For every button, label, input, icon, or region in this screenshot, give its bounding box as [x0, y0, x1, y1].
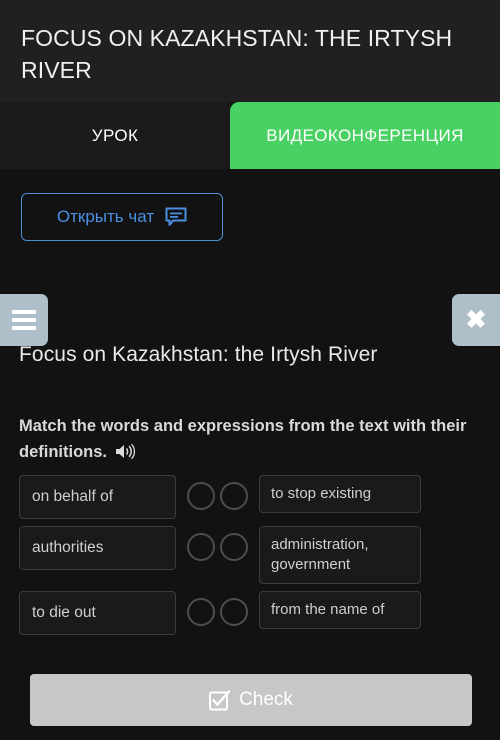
match-row: authorities administration, government	[0, 526, 500, 584]
check-button[interactable]: Check	[30, 674, 472, 726]
lesson-content: Focus on Kazakhstan: the Irtysh River Ma…	[0, 285, 500, 740]
app-root: FOCUS ON KAZAKHSTAN: THE IRTYSH RIVER УР…	[0, 0, 500, 740]
match-left-cell: on behalf of	[19, 475, 215, 519]
match-connector-left[interactable]	[187, 482, 215, 510]
close-panel-button[interactable]: ✖	[452, 294, 500, 346]
tab-lesson[interactable]: УРОК	[0, 102, 230, 169]
page-title: FOCUS ON KAZAKHSTAN: THE IRTYSH RIVER	[21, 25, 453, 83]
chat-bubble-icon	[165, 207, 187, 227]
match-connector-left[interactable]	[187, 533, 215, 561]
match-row: to die out from the name of	[0, 591, 500, 635]
word-box[interactable]: to die out	[19, 591, 176, 635]
match-right-cell: from the name of	[220, 591, 421, 629]
chat-section: Открыть чат	[0, 169, 500, 285]
match-left-cell: authorities	[19, 526, 215, 570]
match-row: on behalf of to stop existing	[0, 475, 500, 519]
tab-lesson-label: УРОК	[91, 125, 139, 145]
tab-videoconference-label: ВИДЕОКОНФЕРЕНЦИЯ	[266, 125, 464, 145]
check-button-label: Check	[239, 689, 293, 710]
open-chat-button[interactable]: Открыть чат	[21, 193, 223, 241]
match-connector-right[interactable]	[220, 598, 248, 626]
match-right-cell: to stop existing	[220, 475, 421, 513]
lesson-title: Focus on Kazakhstan: the Irtysh River	[19, 343, 378, 366]
definition-box[interactable]: administration, government	[259, 526, 421, 584]
definition-box[interactable]: from the name of	[259, 591, 421, 629]
speaker-icon[interactable]	[115, 443, 135, 460]
word-box[interactable]: on behalf of	[19, 475, 176, 519]
exercise-instruction: Match the words and expressions from the…	[19, 413, 474, 465]
page-header: FOCUS ON KAZAKHSTAN: THE IRTYSH RIVER	[0, 0, 500, 102]
hamburger-menu-icon	[12, 306, 36, 334]
tab-bar: УРОК ВИДЕОКОНФЕРЕНЦИЯ	[0, 102, 500, 169]
definition-box[interactable]: to stop existing	[259, 475, 421, 513]
tab-videoconference[interactable]: ВИДЕОКОНФЕРЕНЦИЯ	[230, 102, 500, 169]
sidebar-toggle-button[interactable]	[0, 294, 48, 346]
match-right-cell: administration, government	[220, 526, 421, 584]
match-connector-right[interactable]	[220, 533, 248, 561]
match-left-cell: to die out	[19, 591, 215, 635]
close-icon: ✖	[465, 305, 487, 334]
match-connector-right[interactable]	[220, 482, 248, 510]
checkbox-checked-icon	[209, 689, 231, 711]
open-chat-label: Открыть чат	[56, 207, 155, 226]
match-exercise: on behalf of to stop existing authoritie…	[0, 475, 500, 642]
exercise-instruction-text: Match the words and expressions from the…	[19, 417, 467, 461]
word-box[interactable]: authorities	[19, 526, 176, 570]
match-connector-left[interactable]	[187, 598, 215, 626]
